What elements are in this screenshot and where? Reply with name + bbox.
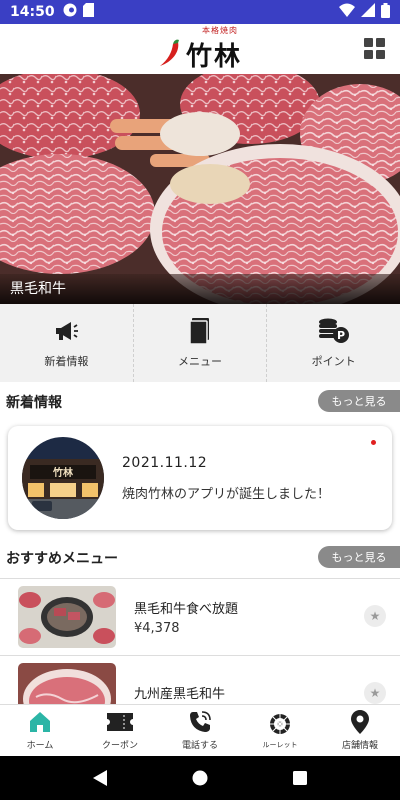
nav-label: ホーム (26, 741, 54, 751)
grid-menu-button[interactable] (364, 38, 386, 60)
bottom-nav: ホーム クーポン 電話する ルーレット 店舗情報 (0, 704, 400, 756)
menu-thumbnail (18, 663, 116, 704)
recents-button[interactable] (285, 763, 315, 793)
megaphone-icon (54, 317, 79, 345)
menu-item-name: 黒毛和牛食べ放題 (134, 602, 239, 617)
hero-meat-image (0, 74, 400, 304)
android-nav-bar (0, 756, 400, 800)
star-icon: ★ (369, 609, 381, 623)
news-date: 2021.11.12 (122, 454, 208, 471)
quick-item-label: ポイント (311, 355, 356, 368)
recommend-section-header: おすすめメニュー もっと見る (0, 546, 400, 570)
book-icon (190, 317, 210, 345)
location-pin-icon (351, 710, 369, 734)
app-notification-icon (63, 3, 77, 21)
nav-label: ルーレット (262, 740, 298, 749)
star-icon: ★ (369, 686, 381, 700)
menu-item-name: 九州産黒毛和牛 (134, 686, 226, 702)
home-circle-icon (192, 770, 208, 786)
recommend-section-title: おすすめメニュー (6, 551, 118, 567)
recommend-more-button[interactable]: もっと見る (318, 546, 400, 568)
news-section-title: 新着情報 (6, 395, 62, 411)
status-bar: 14:50 (0, 0, 400, 24)
nav-label: 店舗情報 (341, 741, 378, 751)
status-time: 14:50 (10, 4, 55, 20)
nav-label: 電話する (181, 741, 218, 751)
app-header: 本格焼肉 竹林 (0, 24, 400, 74)
wifi-icon (339, 3, 355, 21)
home-button[interactable] (185, 763, 215, 793)
logo-subtitle: 本格焼肉 (201, 26, 238, 35)
nav-coupon[interactable]: クーポン (80, 705, 160, 756)
logo-name: 竹林 (185, 42, 242, 72)
home-icon (29, 710, 51, 734)
quick-menu: 新着情報 メニュー P ポイント (0, 304, 400, 382)
phone-icon (189, 710, 211, 734)
hero-banner[interactable]: 黒毛和牛 (0, 74, 400, 304)
news-card[interactable]: 竹林 2021.11.12 焼肉竹林のアプリが誕生しました！ (8, 426, 392, 530)
ticket-icon (107, 710, 133, 734)
news-thumbnail: 竹林 (22, 437, 104, 519)
coins-points-icon: P (318, 317, 350, 345)
favorite-button[interactable]: ★ (364, 605, 386, 627)
news-text: 焼肉竹林のアプリが誕生しました！ (122, 486, 331, 502)
quick-item-points[interactable]: P ポイント (267, 304, 400, 382)
favorite-button[interactable]: ★ (364, 682, 386, 704)
nav-store-info[interactable]: 店舗情報 (320, 705, 400, 756)
restaurant-logo: 本格焼肉 竹林 (158, 25, 242, 73)
nav-roulette[interactable]: ルーレット (240, 705, 320, 756)
chili-pepper-icon (158, 38, 184, 72)
nav-home[interactable]: ホーム (0, 705, 80, 756)
svg-text:P: P (337, 329, 345, 342)
quick-item-news[interactable]: 新着情報 (0, 304, 134, 382)
nav-label: クーポン (101, 741, 138, 751)
quick-item-label: 新着情報 (44, 355, 89, 368)
roulette-icon (269, 712, 291, 736)
signal-icon (361, 3, 375, 21)
sd-card-icon (82, 3, 94, 21)
grid-icon (364, 38, 373, 47)
news-more-button[interactable]: もっと見る (318, 390, 400, 412)
nav-call[interactable]: 電話する (160, 705, 240, 756)
list-item[interactable]: 黒毛和牛食べ放題 ¥4,378 ★ (0, 579, 400, 656)
recents-square-icon (293, 771, 307, 785)
unread-dot (371, 440, 376, 445)
svg-text:竹林: 竹林 (52, 466, 74, 479)
battery-icon (381, 2, 390, 22)
quick-item-label: メニュー (178, 355, 222, 368)
menu-item-price: ¥4,378 (134, 621, 180, 636)
menu-thumbnail (18, 586, 116, 648)
back-button[interactable] (85, 763, 115, 793)
back-triangle-icon (93, 770, 107, 786)
quick-item-menu[interactable]: メニュー (134, 304, 268, 382)
news-section-header: 新着情報 もっと見る (0, 390, 400, 414)
hero-caption: 黒毛和牛 (10, 281, 66, 297)
list-item[interactable]: 九州産黒毛和牛 ★ (0, 656, 400, 704)
recommend-menu-list: 黒毛和牛食べ放題 ¥4,378 ★ 九州産黒毛和牛 ★ (0, 578, 400, 704)
